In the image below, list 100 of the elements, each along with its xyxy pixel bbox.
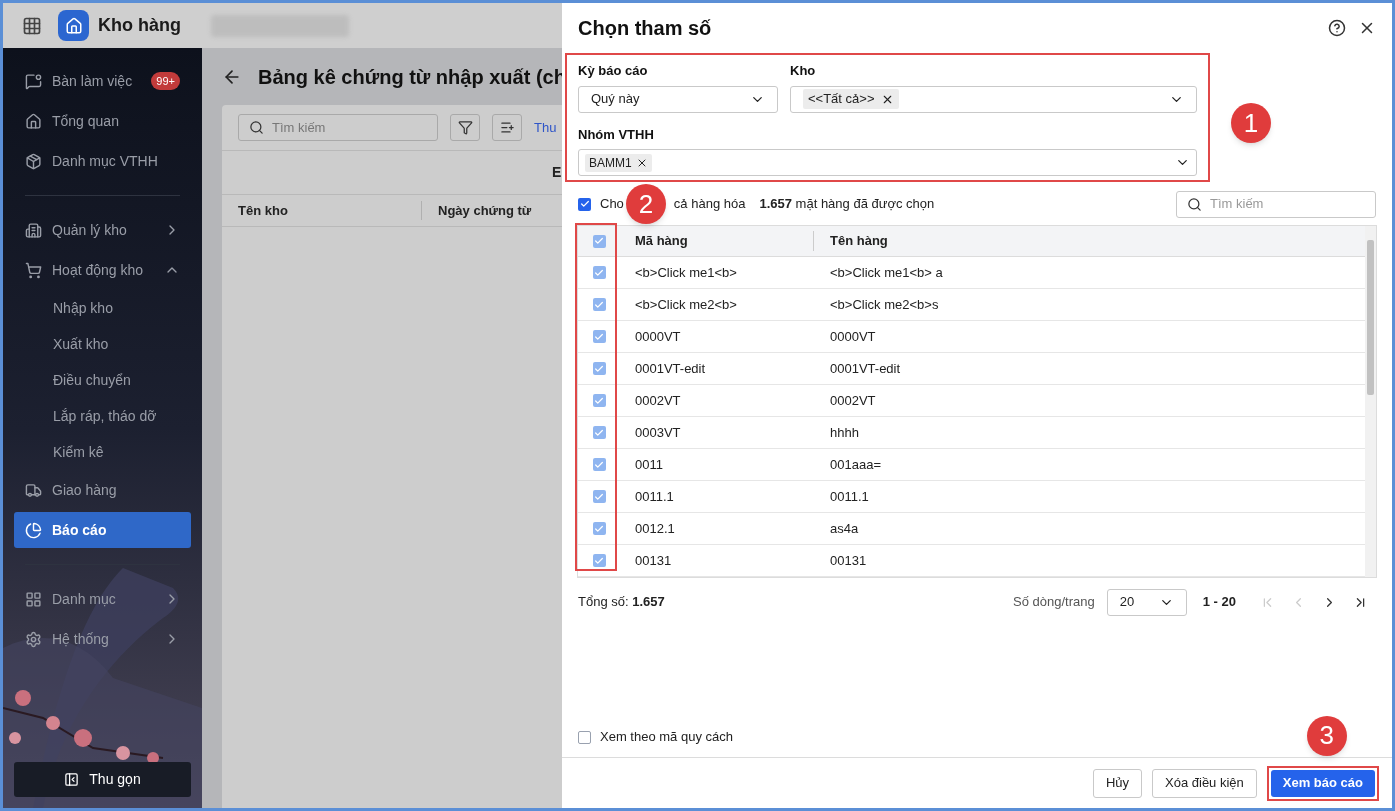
checkbox[interactable]: [592, 522, 606, 535]
dialog-button[interactable]: Hủy: [1092, 768, 1142, 798]
sidebar-label: Danh mục VTHH: [52, 151, 159, 171]
sidebar-item[interactable]: Danh mục: [14, 581, 191, 617]
list-plus-icon: [499, 120, 515, 135]
sidebar-label: Hệ thống: [52, 629, 110, 649]
column-header: Tên kho: [222, 200, 422, 221]
settings-icon: [25, 630, 42, 648]
sidebar-item[interactable]: Danh mục VTHH: [14, 143, 191, 179]
sidebar-label: Báo cáo: [52, 520, 108, 540]
sidebar-subitem[interactable]: Xuất kho: [14, 326, 191, 362]
table-cell-text: 0002VT: [634, 391, 682, 410]
sidebar-subitem[interactable]: Lắp ráp, tháo dỡ: [14, 398, 191, 434]
sidebar-item[interactable]: Bàn làm việc 99+: [14, 63, 191, 99]
view-report-button[interactable]: Xem báo cáo: [1270, 769, 1375, 797]
add-column-button[interactable]: [492, 114, 522, 141]
page-size-select[interactable]: 20: [1106, 588, 1187, 616]
help-icon[interactable]: [1328, 19, 1346, 37]
checkbox[interactable]: [578, 730, 591, 744]
desk-icon: [25, 72, 42, 90]
period-select[interactable]: Quý này: [578, 85, 778, 113]
table-cell-text: hhhh: [830, 423, 859, 442]
table-cell-text: 0000VT: [634, 327, 682, 346]
grid-icon: [25, 590, 42, 608]
checkbox[interactable]: [592, 234, 606, 248]
table-cell-text: 0011: [634, 455, 664, 474]
table-cell-text: 00131: [830, 551, 867, 570]
field-label: Kỳ báo cáo: [578, 62, 649, 80]
group-select[interactable]: BAMM1: [578, 149, 1197, 176]
callout-number: 1: [1231, 103, 1271, 143]
total-count: Tổng số: 1.657: [578, 593, 666, 612]
table-cell-text: 001aaa=: [830, 455, 881, 474]
filter-icon: [457, 120, 473, 135]
column-header: Tên hàng: [829, 232, 888, 251]
checkbox[interactable]: [592, 554, 606, 567]
sidebar-item[interactable]: Hoạt động kho: [14, 252, 191, 288]
sidebar-label: Danh mục: [52, 589, 117, 609]
column-header: Mã hàng: [620, 231, 814, 251]
report-heading: E: [552, 163, 562, 182]
checkbox[interactable]: [592, 426, 606, 439]
table-cell-text: 0002VT: [830, 391, 876, 410]
table-cell-text: as4a: [830, 519, 859, 538]
table-cell-text: 0011.1: [830, 487, 869, 506]
select-all-label: cả hàng hóa: [673, 195, 746, 214]
sidebar-subitem[interactable]: Nhập kho: [14, 290, 191, 326]
link[interactable]: Thu: [534, 117, 557, 138]
table-cell-text: <b>Click me1<b>: [634, 263, 738, 282]
sidebar-subitem[interactable]: Điều chuyển: [14, 362, 191, 398]
apps-menu-icon[interactable]: [22, 15, 42, 36]
collapse-button[interactable]: Thu gọn: [14, 762, 191, 797]
sidebar-label: Giao hàng: [52, 480, 118, 500]
table-cell-text: <b>Click me1<b> a: [830, 263, 943, 282]
checkbox[interactable]: [592, 394, 606, 407]
sidebar-item[interactable]: Quản lý kho: [14, 212, 191, 248]
checkbox[interactable]: [592, 458, 606, 471]
warehouse-select[interactable]: <<Tất cả>>: [790, 85, 1197, 113]
dialog-button[interactable]: Xóa điều kiện: [1152, 768, 1257, 798]
callout-number: 3: [1306, 715, 1347, 756]
table-cell-text: 0003VT: [634, 423, 682, 442]
collapse-icon: [64, 772, 80, 787]
field-label: Kho: [790, 62, 817, 80]
table-cell-text: 0001VT-edit: [634, 359, 707, 378]
sidebar-label: Bàn làm việc: [52, 71, 134, 91]
sidebar-item[interactable]: Báo cáo: [14, 512, 191, 548]
table-cell-text: 0012.1: [634, 519, 676, 538]
filter-button[interactable]: [450, 114, 480, 141]
tag: BAMM1: [585, 153, 652, 172]
callout-number: 2: [626, 184, 666, 224]
sidebar-item[interactable]: Giao hàng: [14, 472, 191, 508]
scrollbar[interactable]: [1365, 226, 1376, 577]
table-cell-text: 0011.1: [634, 487, 675, 506]
spec-option-label: Xem theo mã quy cách: [600, 728, 733, 747]
dialog-title: Chọn tham số: [578, 16, 713, 41]
table-cell-text: 00131: [634, 551, 673, 570]
home-icon: [25, 112, 42, 130]
app-title: Kho hàng: [98, 14, 181, 37]
search-icon: [1187, 196, 1202, 212]
checkbox[interactable]: [592, 362, 606, 375]
tag: <<Tất cả>>: [803, 89, 899, 109]
checkbox[interactable]: [578, 197, 591, 211]
sidebar-label: Hoạt động kho: [52, 260, 145, 280]
sidebar-item[interactable]: Tổng quan: [14, 103, 191, 139]
sidebar-subitem[interactable]: Kiểm kê: [14, 434, 191, 470]
checkbox[interactable]: [592, 330, 606, 343]
table-cell-text: 0001VT-edit: [830, 359, 901, 378]
app-logo-icon: [58, 10, 89, 41]
select-all-label: Cho: [600, 195, 624, 214]
checkbox[interactable]: [592, 266, 606, 279]
sidebar-item[interactable]: Hệ thống: [14, 621, 191, 657]
notification-badge: 99+: [151, 71, 180, 91]
column-header: Ngày chứng từ: [437, 201, 532, 220]
field-label: Nhóm VTHH: [578, 125, 655, 144]
sidebar-label: Tổng quan: [52, 111, 120, 131]
checkbox[interactable]: [592, 298, 606, 311]
table-cell-text: <b>Click me2<b>: [634, 295, 738, 314]
truck-icon: [25, 481, 42, 499]
sidebar-label: Quản lý kho: [52, 220, 128, 240]
search-icon: [249, 120, 264, 135]
table-cell-text: <b>Click me2<b>s: [830, 295, 939, 314]
checkbox[interactable]: [592, 490, 606, 503]
